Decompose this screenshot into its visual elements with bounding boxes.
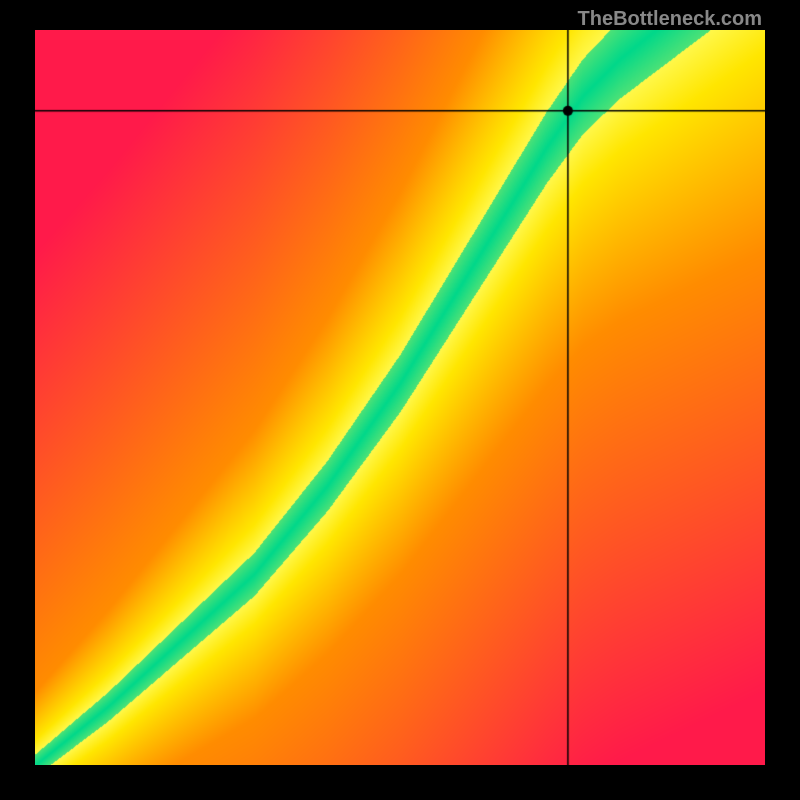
watermark-text: TheBottleneck.com [578,8,762,31]
heatmap-plot [35,30,765,765]
heatmap-canvas [35,30,765,765]
